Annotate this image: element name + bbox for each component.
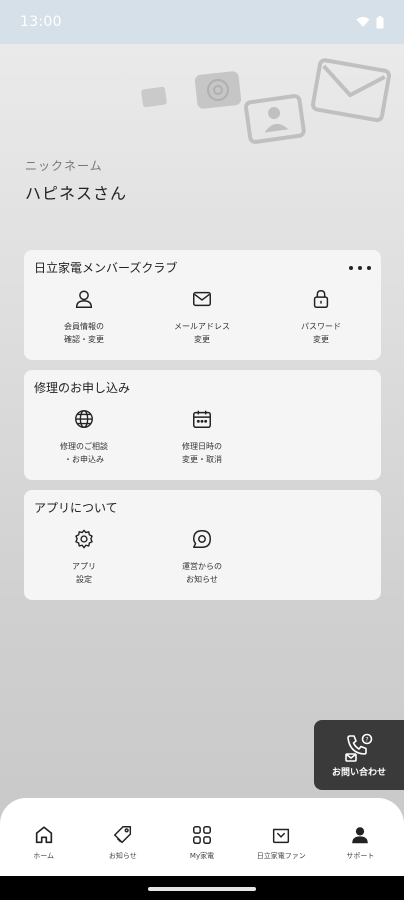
id-card-illustration	[243, 94, 306, 144]
system-gesture-area	[0, 876, 404, 900]
status-bar: 13:00	[0, 0, 404, 44]
email-change-label: メールアドレス 変更	[174, 322, 230, 344]
person-icon	[75, 290, 93, 308]
battery-icon	[376, 15, 384, 28]
nav-fan-site[interactable]: 日立家電ファン	[242, 824, 321, 861]
wifi-icon	[356, 17, 370, 27]
repair-card: 修理のお申し込み 修理のご相談 ・お申込み 修理日時の 変更・取消	[24, 370, 381, 480]
chat-icon	[193, 530, 211, 548]
nav-home-label: ホーム	[33, 852, 54, 860]
more-dot	[367, 266, 371, 270]
bottom-nav: ホーム お知らせ My家電 日立家電ファン サポート	[0, 798, 404, 878]
about-app-title: アプリについて	[34, 501, 118, 515]
small-card-illustration	[141, 86, 167, 108]
nav-news-label: お知らせ	[108, 852, 137, 860]
nickname: ハピネスさん	[25, 184, 128, 203]
header-illustration	[141, 58, 392, 144]
repair-schedule-button[interactable]: 修理日時の 変更・取消	[142, 408, 262, 466]
repair-request-button[interactable]: 修理のご相談 ・お申込み	[24, 408, 144, 466]
password-change-button[interactable]: パスワード 変更	[261, 288, 381, 346]
gear-icon	[75, 529, 93, 549]
tag-icon	[113, 826, 131, 844]
status-time: 13:00	[20, 14, 62, 30]
svg-text:?: ?	[365, 737, 368, 744]
member-info-label: 会員情報の 確認・変更	[64, 322, 104, 344]
email-change-button[interactable]: メールアドレス 変更	[142, 288, 262, 346]
contact-button[interactable]: ? お問い合わせ	[314, 720, 404, 790]
app-screen: 13:00 ニックネーム ハピネスさん 日立家電メンバーズクラブ 会員情報の 確…	[0, 0, 404, 900]
envelope-illustration	[310, 58, 392, 123]
members-club-title: 日立家電メンバーズクラブ	[34, 261, 178, 275]
nav-my-appliances-label: My家電	[189, 852, 215, 860]
operator-news-label: 運営からの お知らせ	[182, 562, 222, 584]
contact-label: お問い合わせ	[331, 768, 386, 778]
globe-icon	[75, 410, 93, 428]
user-icon	[352, 827, 369, 844]
shop-icon	[273, 828, 290, 844]
more-button[interactable]	[349, 260, 371, 276]
about-app-card: アプリについて アプリ 設定 運営からの お知らせ	[24, 490, 381, 600]
more-dot	[358, 266, 362, 270]
grid-icon	[193, 826, 211, 844]
nav-home[interactable]: ホーム	[4, 824, 83, 861]
nav-news[interactable]: お知らせ	[83, 824, 162, 861]
calendar-icon	[193, 410, 211, 428]
password-change-label: パスワード 変更	[301, 322, 341, 344]
repair-request-label: 修理のご相談 ・お申込み	[60, 442, 108, 464]
nav-support[interactable]: サポート	[321, 824, 400, 861]
nav-my-appliances[interactable]: My家電	[162, 824, 241, 861]
repair-schedule-label: 修理日時の 変更・取消	[182, 442, 222, 464]
lock-icon	[313, 290, 329, 308]
repair-title: 修理のお申し込み	[34, 381, 131, 395]
home-icon	[35, 826, 52, 844]
operator-news-button[interactable]: 運営からの お知らせ	[142, 528, 262, 586]
members-club-card: 日立家電メンバーズクラブ 会員情報の 確認・変更 メールアドレス 変更 パスワー…	[24, 250, 381, 360]
app-settings-label: アプリ 設定	[72, 562, 96, 584]
status-icons	[356, 15, 384, 29]
app-settings-button[interactable]: アプリ 設定	[24, 528, 144, 586]
nickname-label: ニックネーム	[25, 159, 103, 173]
more-dot	[349, 266, 353, 270]
home-gesture-handle[interactable]	[148, 887, 256, 891]
member-info-button[interactable]: 会員情報の 確認・変更	[24, 288, 144, 346]
nav-support-label: サポート	[346, 852, 375, 860]
mail-icon	[193, 291, 211, 307]
phone-mail-icon: ?	[345, 733, 373, 762]
chat-illustration	[194, 71, 242, 109]
nav-fan-site-label: 日立家電ファン	[256, 852, 306, 860]
